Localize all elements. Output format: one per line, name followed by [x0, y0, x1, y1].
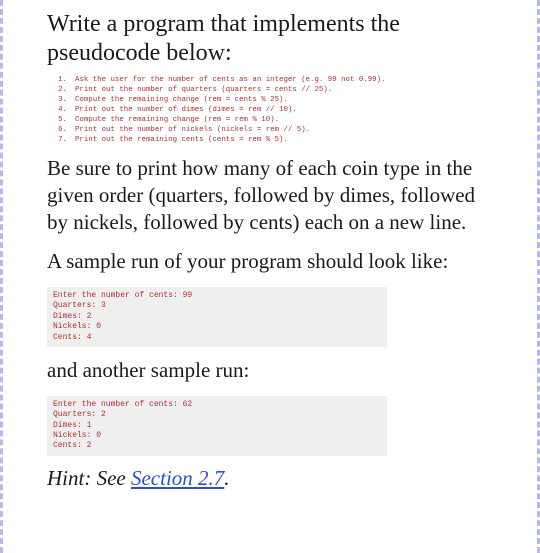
paragraph-sample2-intro: and another sample run: [47, 357, 497, 384]
pseudocode-line: 2.Print out the number of quarters (quar… [47, 86, 497, 96]
pseudocode-line-number: 2. [47, 86, 75, 96]
pseudocode-line-text: Print out the number of quarters (quarte… [75, 86, 332, 96]
pseudocode-line-text: Compute the remaining change (rem = cent… [75, 96, 288, 106]
pseudocode-block: 1.Ask the user for the number of cents a… [47, 76, 497, 146]
hint-line: Hint: See Section 2.7. [47, 466, 497, 491]
paragraph-order: Be sure to print how many of each coin t… [47, 155, 497, 236]
pseudocode-line-text: Compute the remaining change (rem = rem … [75, 116, 279, 126]
hint-prefix: Hint: See [47, 466, 131, 490]
pseudocode-line: 6.Print out the number of nickels (nicke… [47, 126, 497, 136]
pseudocode-line: 7.Print out the remaining cents (cents =… [47, 136, 497, 146]
hint-suffix: . [224, 466, 229, 490]
pseudocode-line: 3.Compute the remaining change (rem = ce… [47, 96, 497, 106]
sample-run-1: Enter the number of cents: 99 Quarters: … [47, 287, 387, 347]
pseudocode-line-text: Ask the user for the number of cents as … [75, 76, 385, 86]
pseudocode-line-number: 1. [47, 76, 75, 86]
hint-link[interactable]: Section 2.7 [131, 466, 224, 490]
heading-main: Write a program that implements the pseu… [47, 10, 497, 68]
sample-run-2: Enter the number of cents: 62 Quarters: … [47, 396, 387, 456]
pseudocode-line-number: 4. [47, 106, 75, 116]
pseudocode-line-text: Print out the number of nickels (nickels… [75, 126, 310, 136]
paragraph-sample-intro: A sample run of your program should look… [47, 248, 497, 275]
content-frame: Write a program that implements the pseu… [0, 0, 540, 553]
pseudocode-line-text: Print out the remaining cents (cents = r… [75, 136, 288, 146]
pseudocode-line: 5.Compute the remaining change (rem = re… [47, 116, 497, 126]
pseudocode-line-number: 6. [47, 126, 75, 136]
pseudocode-line: 1.Ask the user for the number of cents a… [47, 76, 497, 86]
pseudocode-line-number: 5. [47, 116, 75, 126]
pseudocode-line-number: 7. [47, 136, 75, 146]
pseudocode-line: 4.Print out the number of dimes (dimes =… [47, 106, 497, 116]
pseudocode-line-text: Print out the number of dimes (dimes = r… [75, 106, 297, 116]
pseudocode-line-number: 3. [47, 96, 75, 106]
